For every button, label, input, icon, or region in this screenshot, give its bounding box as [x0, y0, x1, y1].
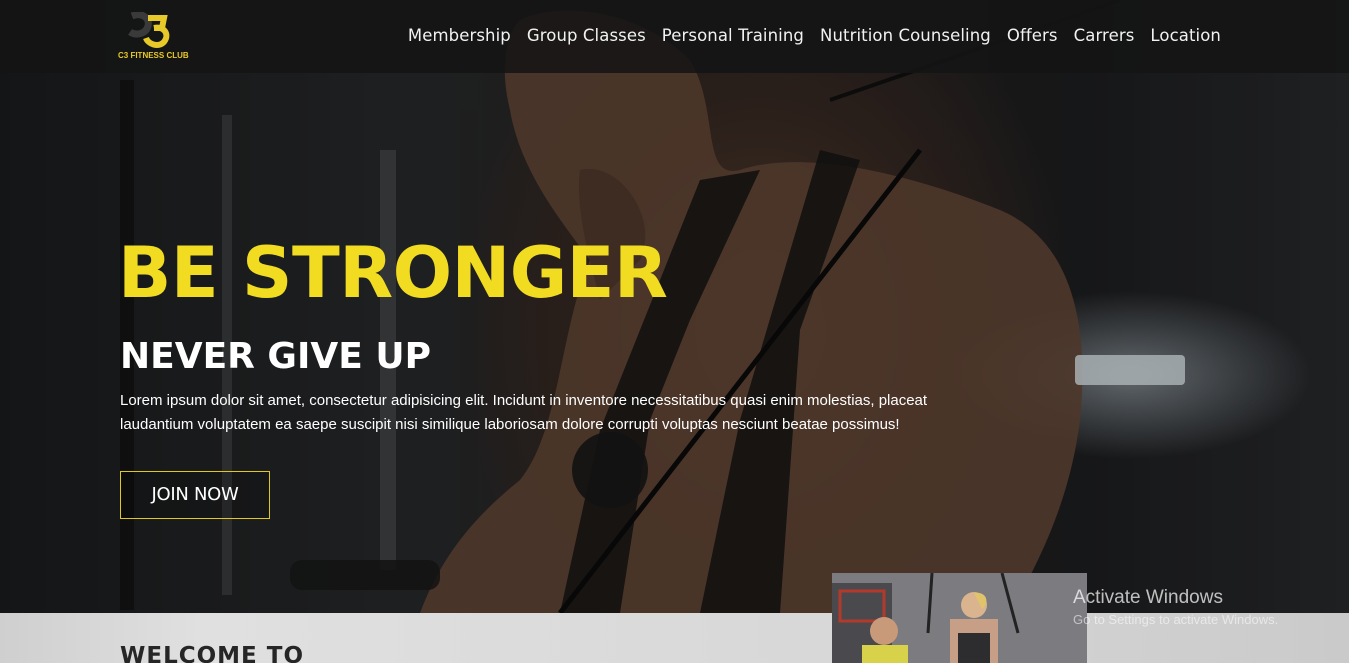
logo-text: C3 FITNESS CLUB	[118, 51, 189, 60]
main-nav: Membership Group Classes Personal Traini…	[392, 26, 1221, 45]
logo[interactable]: C3 FITNESS CLUB	[118, 11, 198, 62]
hero-description: Lorem ipsum dolor sit amet, consectetur …	[120, 392, 928, 433]
dumbbell-logo-icon	[128, 11, 170, 48]
welcome-photo	[832, 573, 1087, 663]
join-now-button[interactable]: JOIN NOW	[120, 471, 270, 519]
welcome-title: WELCOME TO	[120, 643, 305, 663]
nav-item-offers[interactable]: Offers	[1007, 26, 1058, 45]
navbar: C3 FITNESS CLUB Membership Group Classes…	[0, 0, 1349, 73]
hero-subheadline: NEVER GIVE UP	[120, 336, 431, 377]
nav-item-carrers[interactable]: Carrers	[1074, 26, 1135, 45]
training-photo-image	[832, 573, 1087, 663]
nav-item-group-classes[interactable]: Group Classes	[527, 26, 646, 45]
watermark-subtitle: Go to Settings to activate Windows.	[1073, 612, 1279, 627]
nav-item-personal-training[interactable]: Personal Training	[662, 26, 804, 45]
hero-headline: BE STRONGER	[118, 232, 668, 314]
nav-item-nutrition-counseling[interactable]: Nutrition Counseling	[820, 26, 991, 45]
windows-activation-watermark: Activate Windows Go to Settings to activ…	[1073, 587, 1278, 629]
page: C3 FITNESS CLUB Membership Group Classes…	[0, 0, 1349, 663]
watermark-title: Activate Windows	[1073, 587, 1223, 608]
nav-item-membership[interactable]: Membership	[408, 26, 511, 45]
nav-item-location[interactable]: Location	[1150, 26, 1221, 45]
